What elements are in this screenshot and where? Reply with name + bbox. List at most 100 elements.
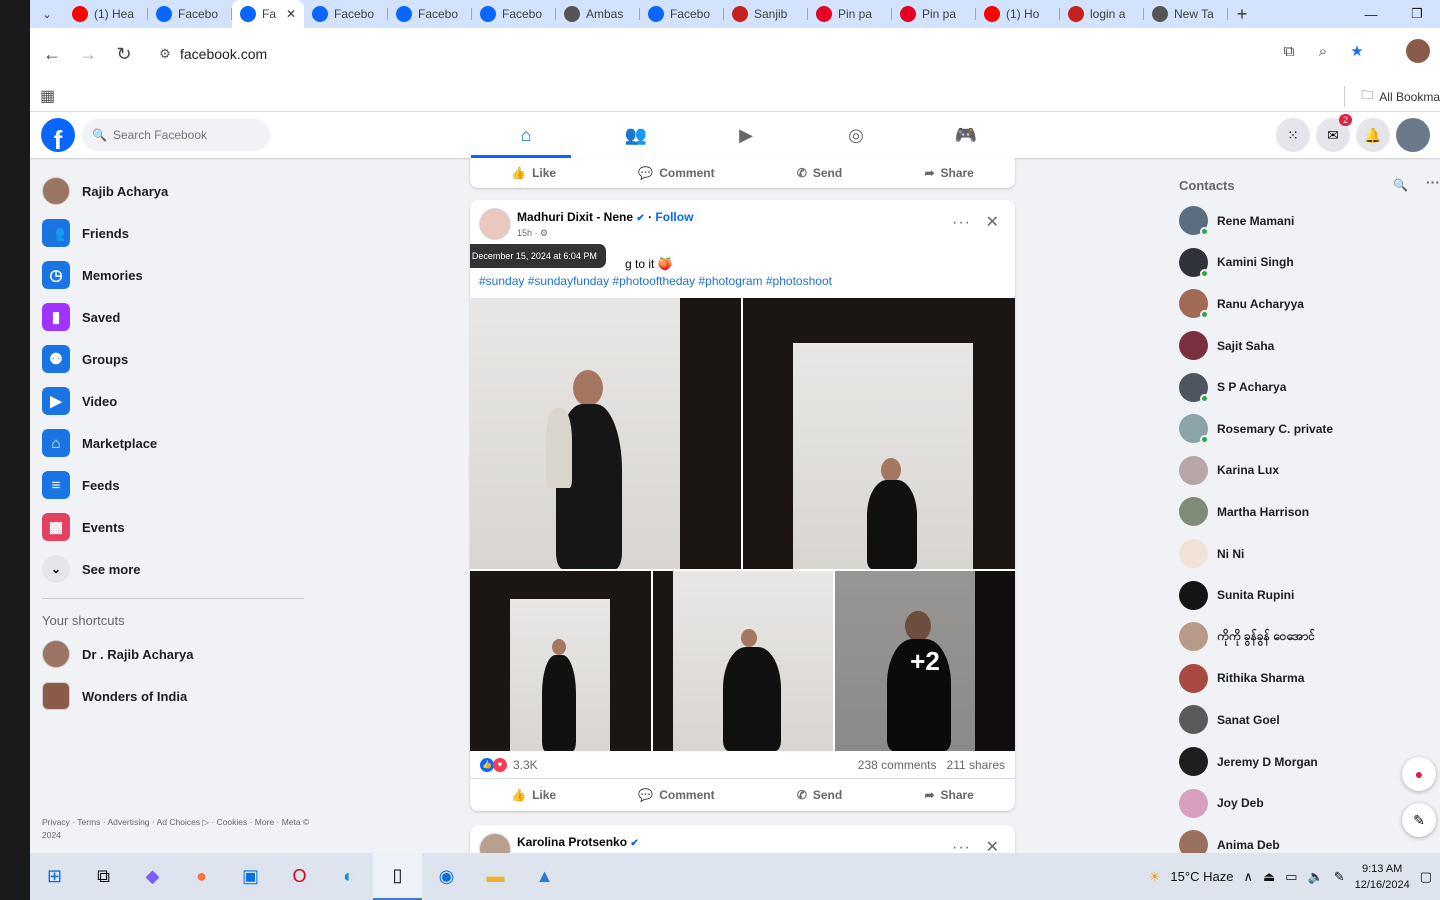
- tab-search-dropdown[interactable]: ⌄: [30, 0, 64, 28]
- browser-tab[interactable]: Facebo: [388, 0, 472, 28]
- contact-item[interactable]: Rithika Sharma: [1170, 658, 1440, 700]
- new-tab-button[interactable]: +: [1228, 4, 1256, 25]
- like-button[interactable]: 👍 Like: [511, 166, 556, 180]
- contact-item[interactable]: Joy Deb: [1170, 782, 1440, 824]
- sidebar-item[interactable]: ⌄ See more: [30, 548, 320, 590]
- close-icon[interactable]: ✕: [986, 212, 999, 232]
- friends-tab[interactable]: 👥: [581, 112, 691, 158]
- restore-button[interactable]: ❐: [1394, 0, 1440, 28]
- browser-tab[interactable]: (1) Hea: [64, 0, 148, 28]
- footer-links[interactable]: Privacy · Terms · Advertising · Ad Choic…: [42, 816, 312, 842]
- back-button[interactable]: ←: [34, 36, 70, 72]
- share-button[interactable]: ➦ Share: [924, 166, 973, 180]
- browser-profile-avatar[interactable]: [1406, 39, 1430, 63]
- contact-item[interactable]: Ranu Acharyya: [1170, 283, 1440, 325]
- notification-center-icon[interactable]: ▢: [1420, 869, 1432, 885]
- groups-tab[interactable]: ◎: [801, 112, 911, 158]
- next-post-avatar[interactable]: [479, 833, 511, 853]
- photo-1[interactable]: [470, 298, 741, 569]
- send-button[interactable]: ✆ Send: [797, 166, 842, 180]
- browser-tab[interactable]: Facebo: [472, 0, 556, 28]
- reload-button[interactable]: ↻: [106, 36, 142, 72]
- contact-item[interactable]: Karina Lux: [1170, 450, 1440, 492]
- contact-item[interactable]: Sanat Goel: [1170, 699, 1440, 741]
- contact-item[interactable]: Sajit Saha: [1170, 325, 1440, 367]
- url-input[interactable]: [180, 46, 680, 62]
- photo-2[interactable]: [743, 298, 1015, 569]
- contact-item[interactable]: Rosemary C. private: [1170, 408, 1440, 450]
- sidebar-item[interactable]: ▦ Events: [30, 506, 320, 548]
- comment-button[interactable]: 💬 Comment: [638, 788, 714, 802]
- menu-button[interactable]: ⁙: [1276, 118, 1310, 152]
- sidebar-item[interactable]: Rajib Acharya: [30, 170, 320, 212]
- volume-icon[interactable]: 🔈: [1308, 869, 1324, 885]
- photo-3[interactable]: [470, 571, 651, 751]
- network-icon[interactable]: ▭: [1285, 869, 1297, 885]
- browser-tab[interactable]: login a: [1060, 0, 1144, 28]
- like-button[interactable]: 👍 Like: [511, 788, 556, 802]
- photo-5[interactable]: +2: [835, 571, 1015, 751]
- bookmark-star-icon[interactable]: ★: [1344, 38, 1370, 64]
- sidebar-item[interactable]: ⌂ Marketplace: [30, 422, 320, 464]
- weather-text[interactable]: 15°C Haze: [1170, 869, 1233, 884]
- more-options-icon[interactable]: ···: [1426, 174, 1440, 190]
- post-timestamp[interactable]: 15h · ⚙: [517, 228, 548, 239]
- reactions[interactable]: 👍 ♥ 3.3K: [480, 757, 538, 772]
- shortcut-item[interactable]: Dr . Rajib Acharya: [30, 633, 320, 675]
- sidebar-item[interactable]: ▮ Saved: [30, 296, 320, 338]
- facebook-logo[interactable]: f: [41, 118, 75, 152]
- pen-icon[interactable]: ✎: [1334, 869, 1345, 885]
- forward-button[interactable]: →: [70, 36, 106, 72]
- start-button[interactable]: ⊞: [30, 853, 79, 900]
- browser-tab[interactable]: Pin pa: [808, 0, 892, 28]
- edge-button[interactable]: ◐: [324, 853, 373, 900]
- chevron-up-icon[interactable]: ∧: [1243, 869, 1253, 885]
- firefox-button[interactable]: ●: [177, 853, 226, 900]
- photo-4[interactable]: [653, 571, 833, 751]
- browser-tab[interactable]: (1) Ho: [976, 0, 1060, 28]
- post-author-avatar[interactable]: [479, 208, 511, 240]
- video-tab[interactable]: ▶: [691, 112, 801, 158]
- contact-item[interactable]: Kamini Singh: [1170, 242, 1440, 284]
- follow-button[interactable]: Follow: [655, 210, 693, 224]
- clock[interactable]: 9:13 AM 12/16/2024: [1355, 861, 1410, 893]
- browser-tab[interactable]: Sanjib: [724, 0, 808, 28]
- comment-button[interactable]: 💬 Comment: [638, 166, 714, 180]
- contact-item[interactable]: ကိုကို ခွန်ခွန် ဝေအောင်: [1170, 616, 1440, 658]
- contact-item[interactable]: Jeremy D Morgan: [1170, 741, 1440, 783]
- share-count[interactable]: 211 shares: [947, 758, 1005, 772]
- browser-tab[interactable]: Facebo: [148, 0, 232, 28]
- contact-item[interactable]: Ni Ni: [1170, 533, 1440, 575]
- file-explorer-button[interactable]: ▬: [471, 853, 520, 900]
- sidebar-item[interactable]: ⚉ Groups: [30, 338, 320, 380]
- next-author-name[interactable]: Karolina Protsenko: [517, 835, 627, 849]
- task-view-button[interactable]: ⧉: [79, 853, 128, 900]
- messenger-button[interactable]: ✉ 2: [1316, 114, 1352, 152]
- app-button[interactable]: ◉: [422, 853, 471, 900]
- usb-icon[interactable]: ⏏: [1263, 869, 1275, 885]
- notifications-button[interactable]: 🔔: [1356, 118, 1390, 152]
- community-chat-button[interactable]: ●: [1402, 757, 1436, 791]
- browser-tab[interactable]: Facebo: [304, 0, 388, 28]
- browser-tab[interactable]: Pin pa: [892, 0, 976, 28]
- zoom-icon[interactable]: ⌕: [1310, 38, 1336, 64]
- post-hashtags[interactable]: #sunday #sundayfunday #photooftheday #ph…: [470, 274, 1015, 298]
- comment-count[interactable]: 238 comments: [858, 758, 937, 772]
- sidebar-item[interactable]: 👥 Friends: [30, 212, 320, 254]
- all-bookmarks-button[interactable]: 🗀 All Bookma: [1344, 86, 1440, 107]
- install-app-icon[interactable]: ⧉: [1276, 38, 1302, 64]
- more-photos-overlay[interactable]: +2: [835, 571, 1015, 751]
- notepad-button[interactable]: ▯: [373, 853, 422, 900]
- more-options-icon[interactable]: ···: [952, 839, 971, 853]
- browser-tab[interactable]: New Ta: [1144, 0, 1228, 28]
- contact-item[interactable]: Sunita Rupini: [1170, 574, 1440, 616]
- contact-item[interactable]: Anima Deb: [1170, 824, 1440, 853]
- gaming-tab[interactable]: 🎮: [911, 112, 1021, 158]
- contact-item[interactable]: Martha Harrison: [1170, 491, 1440, 533]
- search-icon[interactable]: 🔍: [1393, 178, 1408, 192]
- sidebar-item[interactable]: ≡ Feeds: [30, 464, 320, 506]
- omnibox[interactable]: ⚙: [150, 36, 1240, 72]
- account-avatar[interactable]: [1396, 118, 1430, 152]
- shortcut-item[interactable]: Wonders of India: [30, 675, 320, 717]
- close-tab-icon[interactable]: ✕: [286, 7, 296, 21]
